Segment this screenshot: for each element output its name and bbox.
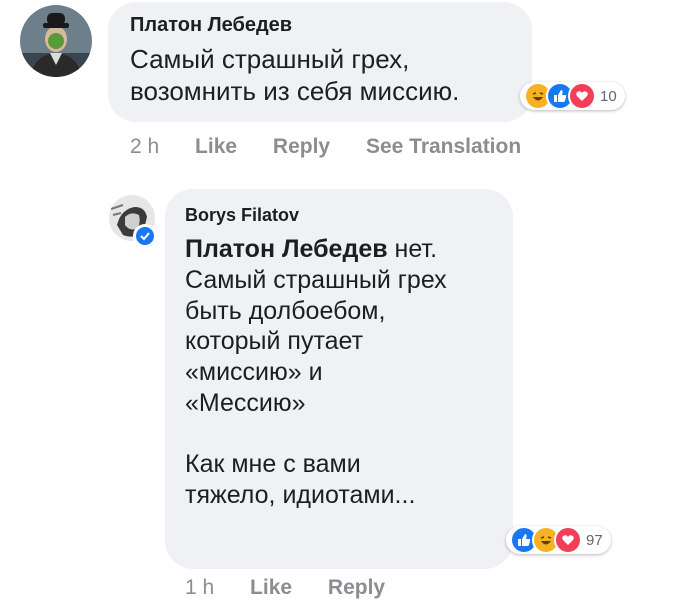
comment-author-1[interactable]: Платон Лебедев — [130, 14, 292, 37]
comment-first-line: Платон Лебедев нет. — [185, 234, 447, 265]
verified-badge-icon — [133, 224, 157, 248]
comment-line: «Мессию» — [185, 388, 306, 417]
like-button-1[interactable]: Like — [195, 135, 237, 158]
comment-line: нет. — [387, 235, 438, 263]
reply-button-1[interactable]: Reply — [273, 135, 330, 158]
comment-line: Самый страшный грех — [185, 265, 447, 294]
reactions-summary-1[interactable]: 10 — [520, 82, 625, 110]
comment-line: Самый страшный грех, — [130, 44, 410, 74]
love-icon — [554, 526, 582, 554]
comment-line: возомнить из себя миссию. — [130, 75, 460, 106]
reactions-summary-2[interactable]: 97 — [506, 526, 611, 554]
love-icon — [568, 82, 596, 110]
comment-time-1: 2 h — [130, 135, 160, 158]
comment-line: «миссию» и — [185, 358, 323, 386]
comment-blank-line — [185, 419, 447, 450]
comment-line: тяжело, идиотами... — [185, 481, 416, 509]
avatar-platon[interactable] — [20, 5, 92, 77]
see-translation-button[interactable]: See Translation — [366, 135, 521, 158]
comment-actions-2: 1 h Like Reply — [185, 576, 415, 600]
comment-line: который путает — [185, 327, 364, 356]
reaction-count-1: 10 — [600, 87, 617, 105]
comment-time-2: 1 h — [185, 576, 215, 599]
comment-text-1: Самый страшный грех, возомнить из себя м… — [130, 44, 459, 107]
comment-text-2: Платон Лебедев нет. Самый страшный грех … — [185, 234, 447, 511]
comment-line: Как мне с вами — [185, 450, 361, 479]
reaction-count-2: 97 — [586, 531, 603, 549]
comment-author-2[interactable]: Borys Filatov — [185, 205, 299, 226]
comment-actions-1: 2 h Like Reply See Translation — [130, 135, 551, 159]
like-button-2[interactable]: Like — [250, 576, 292, 599]
reply-button-2[interactable]: Reply — [328, 576, 385, 599]
mention-link[interactable]: Платон Лебедев — [185, 235, 388, 263]
comment-line: быть долбоебом, — [185, 296, 386, 325]
